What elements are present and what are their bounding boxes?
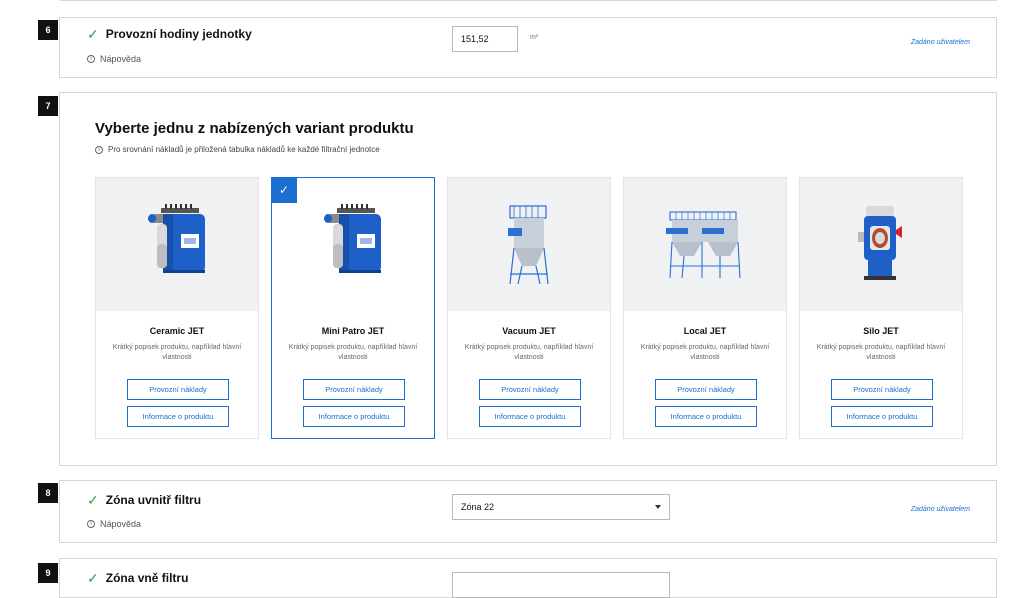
top-divider	[60, 0, 997, 1]
product-image-area	[624, 178, 786, 311]
product-name: Ceramic JET	[149, 326, 205, 336]
user-entered-note: Zadáno uživatelem	[910, 39, 970, 46]
row-title-9: ✓ Zóna vně filtru	[87, 571, 188, 585]
operating-costs-button[interactable]: Provozní náklady	[831, 379, 933, 400]
check-icon: ✓	[87, 492, 99, 508]
zone-outside-filter-row: ✓ Zóna vně filtru	[59, 558, 997, 598]
product-description: Krátký popisek produktu, například hlavn…	[640, 344, 770, 361]
product-description: Krátký popisek produktu, například hlavn…	[464, 344, 594, 361]
product-description: Krátký popisek produktu, například hlavn…	[112, 344, 242, 361]
product-name: Silo JET	[863, 326, 899, 336]
step-number-6: 6	[38, 20, 58, 40]
product-name: Vacuum JET	[502, 326, 556, 336]
product-selection-help: i Pro srovnání nákladů je přiložená tabu…	[95, 145, 380, 154]
product-info-button[interactable]: Informace o produktu	[831, 406, 933, 427]
product-card-local-jet[interactable]: Local JET Krátký popisek produktu, napří…	[623, 177, 787, 439]
product-selection-help-text: Pro srovnání nákladů je přiložená tabulk…	[108, 145, 380, 154]
help-label: Nápověda	[100, 519, 142, 529]
row-title-6: ✓ Provozní hodiny jednotky	[87, 27, 252, 41]
product-image-area	[800, 178, 962, 311]
product-info-button[interactable]: Informace o produktu	[127, 406, 229, 427]
help-link-8[interactable]: i Nápověda	[87, 519, 141, 529]
chevron-down-icon	[655, 505, 661, 509]
product-card-vacuum-jet[interactable]: Vacuum JET Krátký popisek produktu, např…	[447, 177, 611, 439]
vacuum-jet-image	[508, 204, 549, 284]
operating-costs-button[interactable]: Provozní náklady	[127, 379, 229, 400]
silo-jet-image	[858, 205, 902, 280]
selected-check-icon: ✓	[271, 177, 297, 203]
operating-costs-button[interactable]: Provozní náklady	[303, 379, 405, 400]
product-description: Krátký popisek produktu, například hlavn…	[288, 344, 418, 361]
zone-inside-filter-select[interactable]: Zóna 22	[452, 494, 670, 520]
zone-outside-filter-label: Zóna vně filtru	[105, 571, 189, 585]
product-card-mini-patro-jet[interactable]: ✓ Mini Patro JET Krátký popisek produktu…	[271, 177, 435, 439]
product-info-button[interactable]: Informace o produktu	[479, 406, 581, 427]
zone-inside-filter-label: Zóna uvnitř filtru	[105, 493, 202, 507]
help-link-6[interactable]: i Nápověda	[87, 54, 141, 64]
product-description: Krátký popisek produktu, například hlavn…	[816, 344, 946, 361]
product-image-area	[96, 178, 258, 311]
step-number-7: 7	[38, 96, 58, 116]
step-number-9: 9	[38, 563, 58, 583]
product-name: Local JET	[683, 326, 727, 336]
help-label: Nápověda	[100, 54, 142, 64]
operating-hours-value: 151,52	[461, 34, 489, 44]
unit-label: m²	[530, 34, 539, 41]
check-icon: ✓	[87, 570, 99, 586]
product-info-button[interactable]: Informace o produktu	[655, 406, 757, 427]
zone-inside-filter-value: Zóna 22	[461, 502, 495, 512]
ceramic-jet-image	[148, 203, 205, 273]
operating-hours-input[interactable]: 151,52	[452, 26, 518, 52]
operating-costs-button[interactable]: Provozní náklady	[655, 379, 757, 400]
user-entered-note: Zadáno uživatelem	[910, 506, 970, 513]
info-icon: i	[95, 145, 103, 154]
product-selection-title: Vyberte jednu z nabízených variant produ…	[95, 120, 414, 137]
zone-outside-filter-select[interactable]	[452, 572, 670, 598]
product-name: Mini Patro JET	[321, 326, 385, 336]
product-info-button[interactable]: Informace o produktu	[303, 406, 405, 427]
product-selection-card: Vyberte jednu z nabízených variant produ…	[59, 92, 997, 466]
zone-inside-filter-row: ✓ Zóna uvnitř filtru i Nápověda Zóna 22 …	[59, 480, 997, 543]
operating-hours-label: Provozní hodiny jednotky	[105, 27, 252, 41]
info-icon: i	[87, 55, 95, 63]
check-icon: ✓	[87, 26, 99, 42]
product-card-ceramic-jet[interactable]: Ceramic JET Krátký popisek produktu, nap…	[95, 177, 259, 439]
mini-patro-jet-image	[324, 203, 381, 273]
operating-costs-button[interactable]: Provozní náklady	[479, 379, 581, 400]
operating-hours-row: ✓ Provozní hodiny jednotky i Nápověda 15…	[59, 17, 997, 78]
local-jet-image	[666, 210, 741, 278]
product-image-area	[448, 178, 610, 311]
row-title-8: ✓ Zóna uvnitř filtru	[87, 493, 201, 507]
info-icon: i	[87, 520, 95, 528]
step-number-8: 8	[38, 483, 58, 503]
product-card-silo-jet[interactable]: Silo JET Krátký popisek produktu, napřík…	[799, 177, 963, 439]
